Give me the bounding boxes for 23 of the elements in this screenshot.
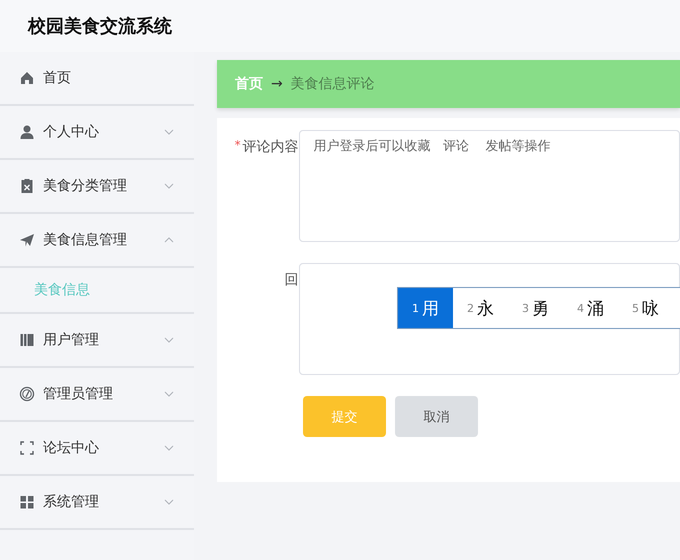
sidebar-item[interactable]: 美食信息管理 xyxy=(0,214,194,268)
frame-icon xyxy=(19,440,35,456)
breadcrumb-separator: → xyxy=(271,76,283,92)
sidebar-item[interactable]: 用户管理 xyxy=(0,314,194,368)
sidebar-item[interactable]: 美食分类管理 xyxy=(0,160,194,214)
field-label: 回 xyxy=(284,271,299,290)
cancel-button[interactable]: 取消 xyxy=(395,396,478,437)
app-title: 校园美食交流系统 xyxy=(28,15,172,38)
text-area[interactable]: 用户登录后可以收藏 评论 发帖等操作 xyxy=(298,130,680,242)
person-icon xyxy=(19,124,35,140)
field-label: 评论内容 xyxy=(242,138,299,157)
sidebar-item[interactable]: 管理员管理 xyxy=(0,368,194,422)
paper-plane-icon xyxy=(19,232,35,248)
gauge-icon xyxy=(19,386,35,402)
sidebar-item[interactable]: 首页 xyxy=(0,52,194,106)
clipboard-icon xyxy=(19,178,35,194)
sidebar-item[interactable]: 系统管理 xyxy=(0,476,194,530)
sidebar-item[interactable]: 论坛中心 xyxy=(0,422,194,476)
home-icon xyxy=(19,70,35,86)
required-mark: * xyxy=(234,138,241,154)
books-icon xyxy=(19,332,35,348)
sidebar-item[interactable]: 个人中心 xyxy=(0,106,194,160)
grid-icon xyxy=(19,494,35,510)
